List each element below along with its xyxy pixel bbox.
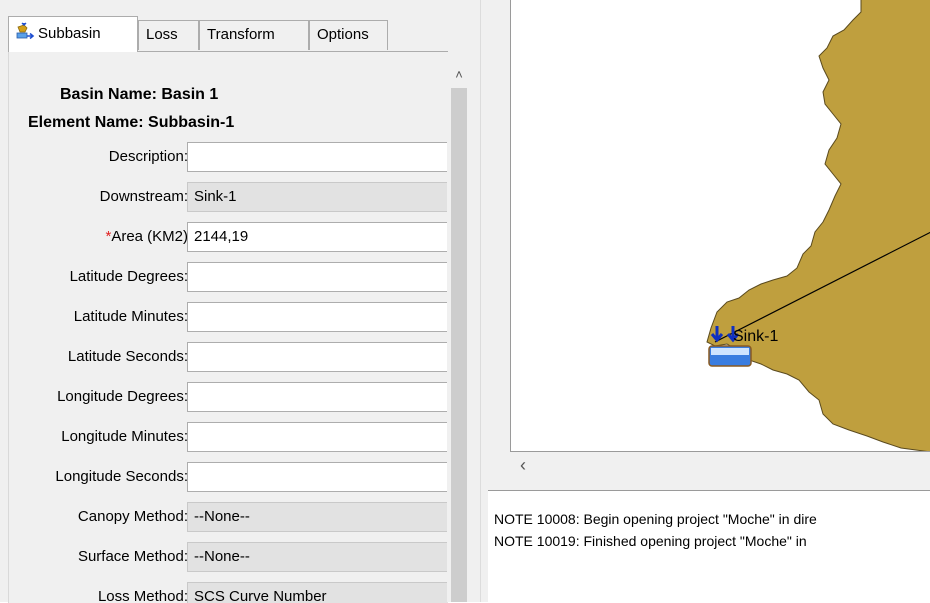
basin-map[interactable]: Sink-1	[510, 0, 930, 452]
longitude-seconds-field[interactable]	[187, 462, 448, 492]
latitude-minutes-label: Latitude Minutes:	[73, 308, 188, 325]
area-field[interactable]: 2144,19	[187, 222, 448, 252]
log-line: NOTE 10008: Begin opening project "Moche…	[494, 511, 817, 527]
longitude-degrees-label: Longitude Degrees:	[57, 388, 188, 405]
scroll-thumb[interactable]	[451, 88, 467, 602]
downstream-label: Downstream:	[99, 188, 188, 205]
tab-options-label: Options	[317, 26, 369, 43]
subbasin-icon	[16, 22, 35, 40]
tab-loss[interactable]: Loss	[138, 20, 199, 50]
tab-loss-label: Loss	[146, 26, 178, 43]
subbasin-form: Basin Name: Basin 1 Element Name: Subbas…	[8, 51, 448, 603]
latitude-minutes-field[interactable]	[187, 302, 448, 332]
latitude-degrees-label: Latitude Degrees:	[69, 268, 188, 285]
canopy-method-label: Canopy Method:	[77, 508, 188, 525]
latitude-seconds-label: Latitude Seconds:	[67, 348, 188, 365]
description-field[interactable]	[187, 142, 448, 172]
longitude-degrees-field[interactable]	[187, 382, 448, 412]
longitude-minutes-label: Longitude Minutes:	[61, 428, 188, 445]
loss-method-select[interactable]: SCS Curve Number	[187, 582, 448, 603]
longitude-minutes-field[interactable]	[187, 422, 448, 452]
tab-transform[interactable]: Transform	[199, 20, 309, 50]
component-editor: Subbasin Loss Transform Options Basin Na…	[0, 0, 488, 603]
description-label: Description:	[108, 148, 188, 165]
tab-transform-label: Transform	[207, 26, 275, 43]
tab-subbasin[interactable]: Subbasin	[8, 16, 138, 52]
tab-options[interactable]: Options	[309, 20, 388, 50]
sink-label[interactable]: Sink-1	[733, 328, 778, 346]
downstream-field[interactable]: Sink-1	[187, 182, 448, 212]
element-name-heading: Element Name: Subbasin-1	[28, 114, 235, 131]
longitude-seconds-label: Longitude Seconds:	[55, 468, 188, 485]
chevron-left-icon[interactable]: ‹	[520, 455, 526, 476]
basin-name-heading: Basin Name: Basin 1	[60, 86, 219, 103]
map-horizontal-scrollbar[interactable]: ‹	[510, 452, 930, 484]
subbasin-polygon[interactable]	[511, 0, 930, 452]
loss-method-label: Loss Method:	[97, 588, 188, 603]
area-label-text: Area (KM2)	[111, 228, 188, 245]
panel-splitter[interactable]	[480, 0, 488, 602]
form-vertical-scrollbar[interactable]: ˄	[447, 62, 471, 602]
message-log[interactable]: NOTE 10008: Begin opening project "Moche…	[488, 490, 930, 602]
canopy-method-select[interactable]: --None--	[187, 502, 448, 532]
latitude-seconds-field[interactable]	[187, 342, 448, 372]
latitude-degrees-field[interactable]	[187, 262, 448, 292]
log-line: NOTE 10019: Finished opening project "Mo…	[494, 533, 807, 549]
chevron-up-icon[interactable]: ˄	[447, 62, 471, 88]
surface-method-select[interactable]: --None--	[187, 542, 448, 572]
tab-subbasin-label: Subbasin	[38, 25, 101, 42]
basin-map-panel: Sink-1 ‹	[488, 0, 930, 490]
surface-method-label: Surface Method:	[77, 548, 188, 565]
area-label: *Area (KM2)	[105, 228, 188, 245]
